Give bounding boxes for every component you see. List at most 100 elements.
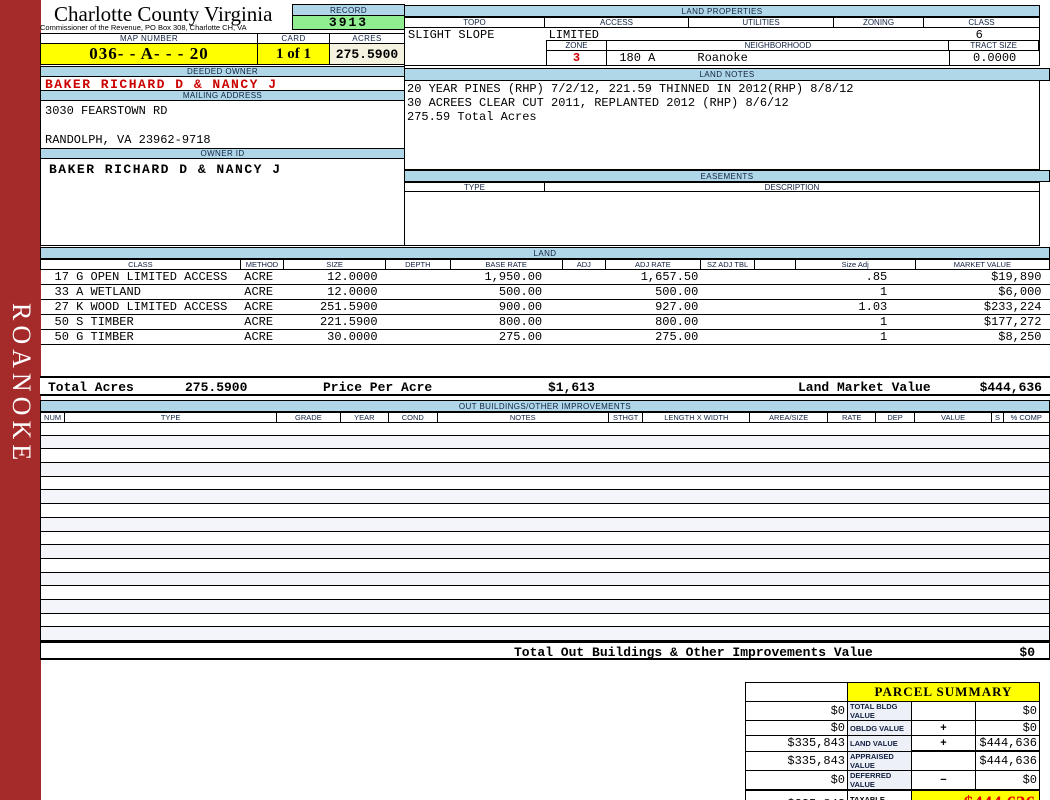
land-note-line: 20 YEAR PINES (RHP) 7/2/12, 221.59 THINN… xyxy=(407,82,854,96)
parcel-summary-lbl: APPRAISED VALUE xyxy=(847,750,912,771)
total-acres-label: Total Acres xyxy=(48,380,134,395)
land-properties-title: LAND PROPERTIES xyxy=(404,5,1040,17)
parcel-summary-table: PARCEL SUMMARY $0 TOTAL BLDG VALUE $0 $0 OBL… xyxy=(745,682,1040,800)
out-buildings-total-value: $0 xyxy=(1019,645,1035,660)
out-buildings-column-header: VALUE xyxy=(913,412,993,423)
parcel-summary-row: $335,843 LAND VALUE + $444,636 xyxy=(745,735,1040,752)
neighborhood-code: 180 A xyxy=(619,51,656,65)
land-cell: $19,890 xyxy=(915,269,1050,285)
parcel-id-value-row: 036- - A- - - 20 1 of 1 275.5900 xyxy=(40,44,405,65)
parcel-summary-val: $0 xyxy=(975,769,1040,791)
out-buildings-column-header: STHGT xyxy=(608,412,644,423)
land-cell xyxy=(700,329,755,345)
land-column-header xyxy=(754,259,796,270)
land-cell xyxy=(385,269,451,285)
parcel-summary-op xyxy=(911,701,976,721)
out-buildings-empty-row xyxy=(41,435,1049,450)
land-cell: 50 S TIMBER xyxy=(40,314,241,330)
land-cell xyxy=(700,299,755,315)
address-line-2: RANDOLPH, VA 23962-9718 xyxy=(45,133,211,147)
out-buildings-column-header: RATE xyxy=(826,412,877,423)
parcel-summary-val: $444,636 xyxy=(975,750,1040,771)
land-cell xyxy=(700,314,755,330)
taxable-value: $444,636 xyxy=(911,789,1040,800)
land-column-header: SZ ADJ TBL xyxy=(699,259,756,270)
district-sidebar: ROANOKE xyxy=(0,0,41,800)
land-cell xyxy=(385,314,451,330)
land-cell: 12.0000 xyxy=(283,269,386,285)
land-cell xyxy=(754,284,796,300)
zone-value-row: 3 180 A Roanoke 0.0000 xyxy=(404,51,1040,66)
out-buildings-empty-row xyxy=(41,532,1049,546)
land-cell: 221.5900 xyxy=(283,314,386,330)
parcel-summary-lbl: LAND VALUE xyxy=(847,735,912,752)
land-column-header: Size Adj xyxy=(794,259,916,270)
land-cell xyxy=(562,284,606,300)
land-market-value: $444,636 xyxy=(979,380,1042,395)
out-buildings-empty-row xyxy=(41,545,1049,559)
parcel-summary-lbl: OBLDG VALUE xyxy=(847,720,912,736)
out-buildings-empty-row xyxy=(41,627,1049,641)
access-label: ACCESS xyxy=(545,17,689,28)
out-buildings-column-header: NUM xyxy=(39,412,66,423)
parcel-summary-prior: $0 xyxy=(745,769,848,791)
parcel-summary-op: − xyxy=(911,769,976,791)
land-table-header: CLASS METHOD SIZE DEPTH BASE RATE ADJ ADJ RATE… xyxy=(40,259,1050,270)
land-cell: ACRE xyxy=(240,314,284,330)
out-buildings-column-header: DEP xyxy=(875,412,915,423)
land-row: 17 G OPEN LIMITED ACCESS ACRE 12.0000 1,950… xyxy=(40,269,1050,285)
land-note-line: 275.59 Total Acres xyxy=(407,110,537,124)
land-column-header: METHOD xyxy=(239,259,285,270)
parcel-summary-prior: $0 xyxy=(745,701,848,721)
land-cell: 50 G TIMBER xyxy=(40,329,241,345)
land-cell: 1.03 xyxy=(795,299,916,315)
land-properties-value-row: SLIGHT SLOPE LIMITED 6 xyxy=(404,28,1040,42)
parcel-summary-title: PARCEL SUMMARY xyxy=(847,682,1040,702)
land-cell xyxy=(700,269,755,285)
record-value: 3913 xyxy=(292,16,405,30)
land-cell: 27 K WOOD LIMITED ACCESS xyxy=(40,299,241,315)
land-notes-title: LAND NOTES xyxy=(404,68,1050,81)
total-acres-value: 275.5900 xyxy=(185,380,248,395)
land-row: 33 A WETLAND ACRE 12.0000 500.00 500.00 1 $6,0… xyxy=(40,284,1050,300)
card-value: 1 of 1 xyxy=(258,44,330,65)
easement-type-label: TYPE xyxy=(404,182,545,192)
land-cell xyxy=(754,299,796,315)
land-properties-header-row: TOPO ACCESS UTILITIES ZONING CLASS xyxy=(404,17,1040,28)
land-cell xyxy=(562,269,606,285)
land-cell: $6,000 xyxy=(915,284,1050,300)
land-cell: ACRE xyxy=(240,329,284,345)
land-note-line: 30 ACREES CLEAR CUT 2011, REPLANTED 2012… xyxy=(407,96,789,110)
out-buildings-total-label: Total Out Buildings & Other Improvements… xyxy=(514,645,873,660)
land-cell xyxy=(754,314,796,330)
land-cell xyxy=(700,284,755,300)
land-totals-row: Total Acres 275.5900 Price Per Acre $1,6… xyxy=(40,376,1050,396)
land-cell: $177,272 xyxy=(915,314,1050,330)
address-line-1: 3030 FEARSTOWN RD xyxy=(45,104,168,118)
zoning-label: ZONING xyxy=(834,17,924,28)
land-cell: 251.5900 xyxy=(283,299,386,315)
out-buildings-total-row: Total Out Buildings & Other Improvements… xyxy=(40,641,1050,660)
out-buildings-empty-row xyxy=(41,614,1049,628)
land-column-header: BASE RATE xyxy=(449,259,563,270)
land-cell: $8,250 xyxy=(915,329,1050,345)
parcel-summary-prior: $335,843 xyxy=(745,750,848,771)
land-cell: 1,657.50 xyxy=(605,269,701,285)
parcel-summary-header: PARCEL SUMMARY xyxy=(745,682,1040,702)
out-buildings-empty-rows xyxy=(40,422,1050,641)
land-cell xyxy=(562,314,606,330)
land-cell xyxy=(754,329,796,345)
land-cell xyxy=(562,299,606,315)
tract-size-value: 0.0000 xyxy=(949,51,1039,65)
parcel-summary-val: $0 xyxy=(975,720,1040,736)
owner-id-label: OWNER ID xyxy=(40,148,405,159)
summary-prior-empty xyxy=(745,682,848,702)
class-label: CLASS xyxy=(924,17,1040,28)
out-buildings-title: OUT BUILDINGS/OTHER IMPROVEMENTS xyxy=(40,400,1050,412)
parcel-summary-row: $335,843 APPRAISED VALUE $444,636 xyxy=(745,750,1040,771)
map-number-label: MAP NUMBER xyxy=(40,33,258,44)
owner-id-value: BAKER RICHARD D & NANCY J xyxy=(40,159,405,246)
easements-header-row: TYPE DESCRIPTION xyxy=(404,182,1040,192)
land-cell: 30.0000 xyxy=(283,329,386,345)
land-cell: 927.00 xyxy=(605,299,701,315)
